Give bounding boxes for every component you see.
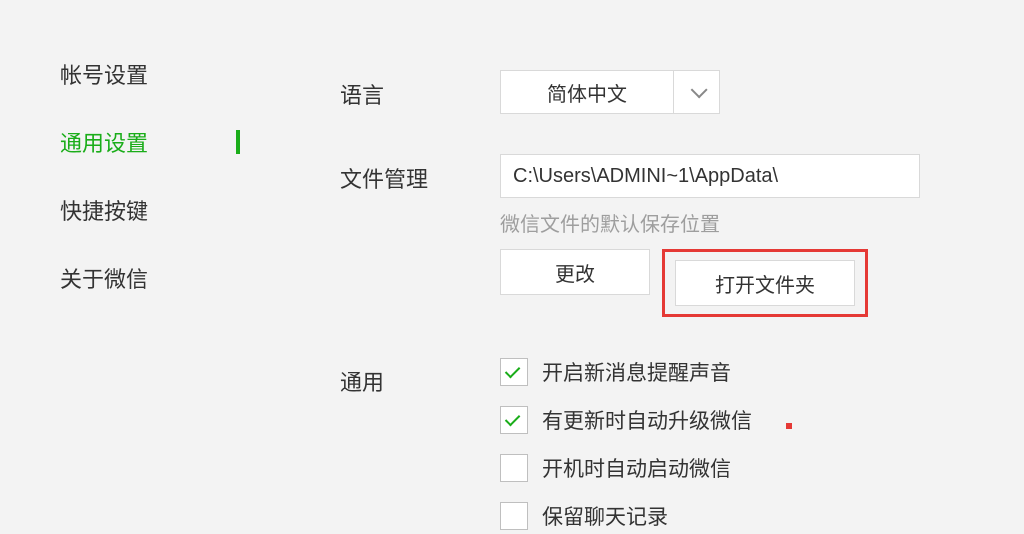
open-folder-button[interactable]: 打开文件夹 [675,260,855,306]
settings-content: 语言 简体中文 文件管理 微信文件的默认保存位置 更改 打开文件夹 [230,40,984,534]
highlight-annotation: 打开文件夹 [662,249,868,317]
sidebar: 帐号设置 通用设置 快捷按键 关于微信 [60,40,230,534]
file-path-hint: 微信文件的默认保存位置 [500,208,984,237]
option-label: 保留聊天记录 [542,501,668,531]
sidebar-item-account[interactable]: 帐号设置 [60,40,230,108]
option-label: 有更新时自动升级微信 [542,405,752,435]
change-path-button[interactable]: 更改 [500,249,650,295]
checkbox-keep-history[interactable] [500,502,528,530]
option-label: 开机时自动启动微信 [542,453,731,483]
checkbox-auto-start[interactable] [500,454,528,482]
sidebar-item-about[interactable]: 关于微信 [60,244,230,312]
sidebar-item-general[interactable]: 通用设置 [60,108,230,176]
label-language: 语言 [340,70,500,110]
option-label: 开启新消息提醒声音 [542,357,731,387]
check-icon [505,363,521,379]
general-options-list: 开启新消息提醒声音 有更新时自动升级微信 开机时自动启动微信 [500,357,984,531]
settings-panel: 帐号设置 通用设置 快捷按键 关于微信 语言 简体中文 文件管理 微信文件的默认… [0,0,1024,534]
check-icon [505,411,521,427]
row-file-management: 文件管理 微信文件的默认保存位置 更改 打开文件夹 [340,154,984,317]
label-file-management: 文件管理 [340,154,500,194]
option-new-message-sound: 开启新消息提醒声音 [500,357,984,387]
chevron-down-icon [690,81,707,98]
option-keep-history: 保留聊天记录 [500,501,984,531]
red-dot-marker [786,423,792,429]
row-general: 通用 开启新消息提醒声音 有更新时自动升级微信 [340,357,984,531]
language-dropdown-arrow[interactable] [673,71,719,113]
label-general: 通用 [340,357,500,397]
row-language: 语言 简体中文 [340,70,984,114]
file-path-input[interactable] [500,154,920,198]
language-value: 简体中文 [501,71,673,113]
option-auto-update: 有更新时自动升级微信 [500,405,984,435]
checkbox-new-message-sound[interactable] [500,358,528,386]
language-select[interactable]: 简体中文 [500,70,720,114]
sidebar-item-shortcuts[interactable]: 快捷按键 [60,176,230,244]
option-auto-start: 开机时自动启动微信 [500,453,984,483]
checkbox-auto-update[interactable] [500,406,528,434]
